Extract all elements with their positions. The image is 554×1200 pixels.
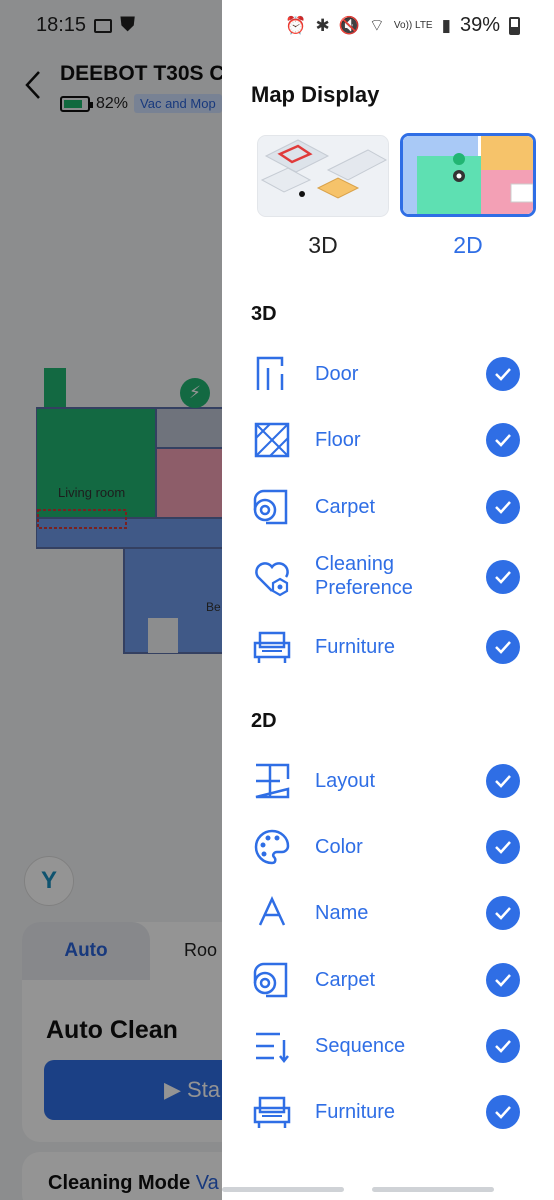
name-icon	[258, 896, 286, 926]
toggle-row-door[interactable]: Door	[222, 354, 554, 394]
toggle-row-furniture-2d[interactable]: Furniture	[222, 1092, 554, 1132]
map-display-drawer: ⏰ ✱ 🔇 ⌔ Vo)) LTE ▮ 39% Map Display 3D 2D…	[222, 0, 554, 1200]
map-3d-thumbnail	[258, 136, 388, 216]
toggle-label: Carpet	[315, 969, 376, 991]
sequence-icon	[256, 1032, 289, 1064]
toggle-label: Furniture	[315, 636, 396, 658]
toggle-row-carpet-2d[interactable]: Carpet	[222, 960, 554, 1000]
toggle-row-carpet[interactable]: Carpet	[222, 487, 554, 527]
carpet-icon	[253, 962, 288, 998]
checkmark-icon[interactable]	[486, 490, 520, 524]
toggle-label: Color	[315, 836, 363, 858]
toggle-row-sequence[interactable]: Sequence	[222, 1026, 554, 1066]
floor-icon	[254, 422, 290, 458]
signal-icon: ▮	[441, 15, 451, 35]
toggle-label: Layout	[315, 770, 376, 792]
section-heading-2d: 2D	[251, 710, 277, 732]
mute-icon: 🔇	[338, 15, 360, 35]
checkmark-icon[interactable]	[486, 1095, 520, 1129]
toggle-row-layout[interactable]: Layout	[222, 761, 554, 801]
furniture-icon	[253, 631, 291, 663]
toggle-label: Carpet	[315, 496, 376, 518]
checkmark-icon[interactable]	[486, 1029, 520, 1063]
nav-gesture-bar[interactable]	[372, 1187, 494, 1192]
volte-icon: Vo)) LTE	[393, 19, 433, 31]
checkmark-icon[interactable]	[486, 963, 520, 997]
palette-icon	[254, 829, 290, 865]
battery-icon	[509, 16, 520, 35]
toggle-row-furniture[interactable]: Furniture	[222, 627, 554, 667]
door-icon	[256, 356, 284, 390]
layout-icon	[255, 763, 290, 799]
toggle-label: Door	[315, 363, 359, 385]
bluetooth-icon: ✱	[315, 15, 330, 35]
alarm-icon: ⏰	[285, 15, 307, 35]
toggle-label: Cleaning Preference	[315, 553, 413, 599]
checkmark-icon[interactable]	[486, 896, 520, 930]
section-heading-3d: 3D	[251, 303, 277, 325]
toggle-label: Furniture	[315, 1101, 396, 1123]
view-option-2d[interactable]	[400, 133, 536, 217]
view-option-2d-label[interactable]: 2D	[402, 232, 534, 259]
checkmark-icon[interactable]	[486, 630, 520, 664]
view-option-3d[interactable]	[257, 135, 389, 217]
checkmark-icon[interactable]	[486, 423, 520, 457]
toggle-row-floor[interactable]: Floor	[222, 420, 554, 460]
checkmark-icon[interactable]	[486, 764, 520, 798]
toggle-row-color[interactable]: Color	[222, 827, 554, 867]
toggle-row-name[interactable]: Name	[222, 893, 554, 933]
wifi-icon: ⌔	[368, 16, 385, 35]
carpet-icon	[253, 489, 288, 525]
toggle-label: Floor	[315, 429, 361, 451]
checkmark-icon[interactable]	[486, 560, 520, 594]
battery-percent: 39%	[459, 14, 500, 36]
view-option-3d-label[interactable]: 3D	[257, 232, 389, 259]
furniture-icon	[253, 1096, 291, 1128]
checkmark-icon[interactable]	[486, 357, 520, 391]
checkmark-icon[interactable]	[486, 830, 520, 864]
drawer-title: Map Display	[251, 82, 380, 107]
nav-gesture-bar	[222, 1187, 344, 1192]
status-bar-right: ⏰ ✱ 🔇 ⌔ Vo)) LTE ▮ 39%	[285, 14, 520, 37]
toggle-row-cleaning-preference[interactable]: Cleaning Preference	[222, 553, 554, 599]
toggle-label: Sequence	[315, 1035, 406, 1057]
map-2d-thumbnail	[403, 136, 533, 214]
toggle-label: Name	[315, 902, 369, 924]
cleaning-preference-icon	[255, 562, 289, 597]
